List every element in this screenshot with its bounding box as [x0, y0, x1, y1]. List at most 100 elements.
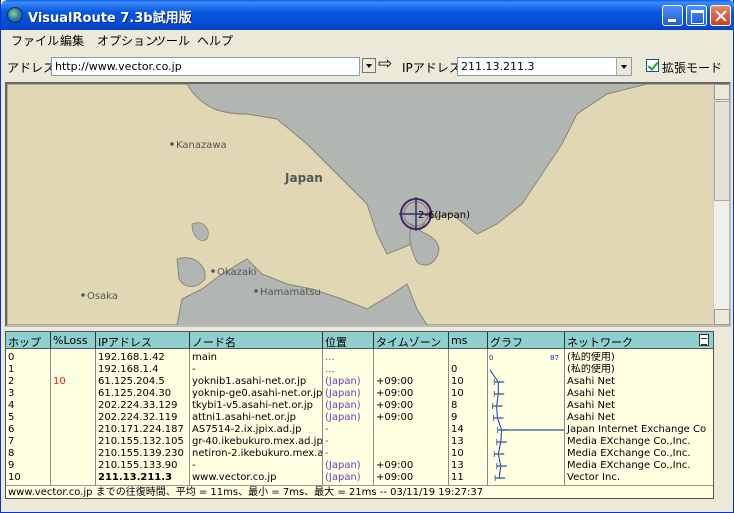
cell-ms: 14 — [451, 424, 464, 435]
cell-location: (Japan) — [325, 472, 361, 483]
cell-location: - — [325, 448, 329, 459]
address-value: http://www.vector.co.jp — [55, 60, 182, 73]
cell-location: (Japan) — [325, 388, 361, 399]
status-bar: www.vector.co.jp までの往復時間、平均 = 11ms、最小 = … — [6, 485, 713, 498]
col-network[interactable]: ネットワーク — [565, 332, 713, 349]
cell-node: main — [192, 352, 217, 363]
cell-ip: 210.155.133.90 — [98, 460, 178, 471]
cell-ip: 211.13.211.3 — [98, 472, 173, 483]
col-ms[interactable]: ms — [449, 332, 488, 349]
cell-node: yoknib1.asahi-net.or.jp — [192, 376, 307, 387]
cell-ip: 210.171.224.187 — [98, 424, 184, 435]
address-label: アドレス — [7, 61, 56, 75]
col-graph[interactable]: グラフ — [488, 332, 565, 349]
city-okazaki: Okazaki — [217, 267, 257, 278]
cell-hop: 7 — [8, 436, 15, 447]
cell-timezone: +09:00 — [376, 412, 414, 423]
cell-ip: 61.125.204.30 — [98, 388, 172, 399]
city-dot — [170, 142, 174, 146]
col-location[interactable]: 位置 — [323, 332, 374, 349]
cell-hop: 6 — [8, 424, 15, 435]
cell-network: (私的使用) — [567, 364, 615, 375]
cell-location: (Japan) — [325, 460, 361, 471]
cell-network: Asahi Net — [567, 388, 616, 399]
title-bar[interactable]: VisualRoute 7.3b試用版 — [1, 0, 734, 30]
cell-hop: 9 — [8, 460, 15, 471]
extended-mode-label: 拡張モード — [662, 61, 723, 75]
cell-node: - — [192, 364, 196, 375]
cell-hop: 4 — [8, 400, 15, 411]
menu-options[interactable]: オプション — [97, 32, 157, 49]
cell-node: tkybi1-v5.asahi-net.or.jp — [192, 400, 313, 411]
scroll-down-button[interactable] — [714, 309, 730, 325]
cell-timezone: +09:00 — [376, 460, 414, 471]
col-ip[interactable]: IPアドレス — [96, 332, 190, 349]
maximize-button[interactable] — [686, 5, 707, 26]
menu-tools[interactable]: ツール — [154, 32, 190, 49]
city-dot — [254, 289, 258, 293]
report-icon[interactable] — [699, 334, 709, 346]
chevron-down-icon[interactable] — [616, 58, 631, 75]
cell-network: Asahi Net — [567, 400, 616, 411]
window-title: VisualRoute 7.3b試用版 — [28, 11, 192, 26]
menu-file[interactable]: ファイル — [11, 32, 59, 49]
cell-node: - — [192, 460, 196, 471]
cell-network: Media EXchange Co.,Inc. — [567, 460, 691, 471]
cell-location: (Japan) — [325, 376, 361, 387]
cell-network: Media EXchange Co.,Inc. — [567, 448, 691, 459]
cell-network: Japan Internet Exchange Co — [567, 424, 707, 435]
cell-network: Media EXchange Co.,Inc. — [567, 436, 691, 447]
cell-location: ... — [325, 364, 335, 375]
cell-ms: 13 — [451, 436, 464, 447]
city-dot — [211, 269, 215, 273]
cell-hop: 10 — [8, 472, 21, 483]
menu-help[interactable]: ヘルプ — [197, 32, 233, 49]
cell-ip: 210.155.132.105 — [98, 436, 184, 447]
cell-location: (Japan) — [325, 412, 361, 423]
ip-combo[interactable]: 211.13.211.3 — [457, 57, 632, 76]
cell-network: Vector Inc. — [567, 472, 621, 483]
address-combo[interactable]: http://www.vector.co.jp — [51, 57, 360, 76]
cell-node: attni1.asahi-net.or.jp — [192, 412, 297, 423]
hop-table: ホップ %Loss IPアドレス ノード名 位置 タイムゾーン ms グラフ ネ… — [5, 331, 714, 499]
cell-network: (私的使用) — [567, 352, 615, 363]
minimize-button[interactable] — [662, 5, 683, 26]
col-loss[interactable]: %Loss — [51, 332, 96, 349]
cell-node: AS7514-2.ix.jpix.ad.jp — [192, 424, 302, 435]
cell-timezone: +09:00 — [376, 472, 414, 483]
scroll-up-button[interactable] — [714, 84, 730, 100]
cell-timezone: +09:00 — [376, 400, 414, 411]
cell-ip: 210.155.139.230 — [98, 448, 184, 459]
city-osaka: Osaka — [87, 291, 118, 302]
cell-location: - — [325, 424, 329, 435]
go-arrow-icon[interactable]: ⇨ — [378, 56, 392, 73]
cell-ms: 13 — [451, 460, 464, 471]
menu-edit[interactable]: 編集 — [60, 32, 84, 49]
address-history-dropdown[interactable] — [362, 58, 376, 73]
close-button[interactable] — [710, 5, 731, 26]
cell-loss: 10 — [53, 376, 66, 387]
city-dot — [81, 293, 85, 297]
ip-label: IPアドレス — [402, 61, 461, 75]
cell-timezone: +09:00 — [376, 388, 414, 399]
cell-network: Asahi Net — [567, 412, 616, 423]
cell-location: (Japan) — [325, 400, 361, 411]
map-canvas: Kanazawa Okazaki Osaka Hamamatsu Japan 2… — [7, 84, 715, 325]
col-node[interactable]: ノード名 — [190, 332, 323, 349]
extended-mode-checkbox[interactable] — [646, 59, 659, 72]
col-hop[interactable]: ホップ — [6, 332, 51, 349]
map-scrollbar[interactable] — [713, 84, 730, 325]
scroll-thumb[interactable] — [714, 101, 730, 201]
cell-location: ... — [325, 352, 335, 363]
cell-hop: 0 — [8, 352, 15, 363]
table-header: ホップ %Loss IPアドレス ノード名 位置 タイムゾーン ms グラフ ネ… — [6, 332, 713, 349]
col-timezone[interactable]: タイムゾーン — [374, 332, 449, 349]
cell-hop: 3 — [8, 388, 15, 399]
route-map[interactable]: Kanazawa Okazaki Osaka Hamamatsu Japan 2… — [5, 82, 731, 327]
address-bar: アドレス http://www.vector.co.jp ⇨ IPアドレス 21… — [5, 53, 731, 77]
graph-scale-max: 87 — [550, 354, 559, 362]
cell-ip: 61.125.204.5 — [98, 376, 165, 387]
cell-ip: 202.224.32.119 — [98, 412, 178, 423]
cell-ms: 10 — [451, 376, 464, 387]
ip-value: 211.13.211.3 — [461, 60, 535, 73]
